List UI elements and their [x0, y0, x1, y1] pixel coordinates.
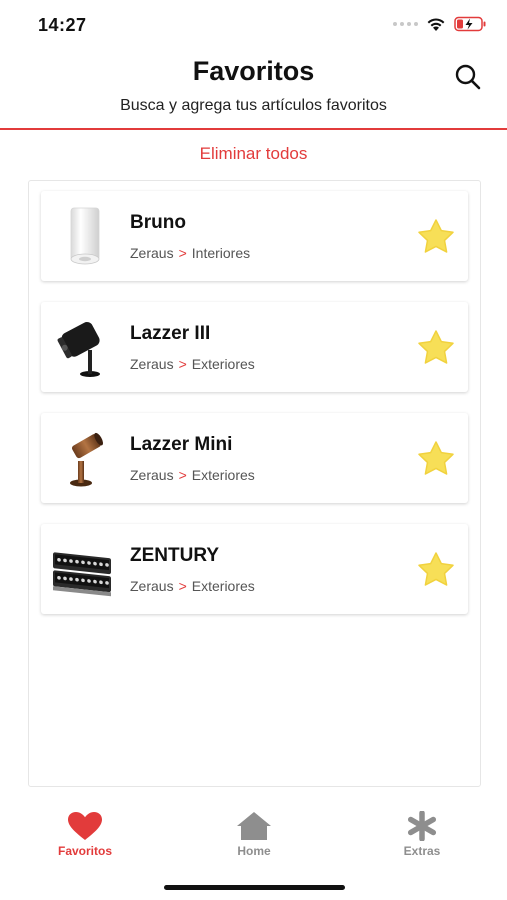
signal-icon — [393, 22, 418, 26]
favorite-name: Lazzer III — [130, 323, 211, 344]
path-separator: > — [178, 578, 187, 594]
path-separator: > — [178, 245, 187, 261]
path-separator: > — [178, 467, 187, 483]
path-separator: > — [178, 356, 187, 372]
favorite-item-bruno[interactable]: Bruno Zeraus > Interiores — [41, 191, 468, 281]
favorite-name: Lazzer Mini — [130, 434, 233, 455]
favorite-category-path: Zeraus > Interiores — [130, 245, 250, 261]
wifi-icon — [427, 17, 445, 31]
brand-label: Zeraus — [130, 578, 174, 594]
star-icon[interactable] — [416, 329, 456, 365]
favorite-item-lazzer-iii[interactable]: Lazzer III Zeraus > Exteriores — [41, 302, 468, 392]
page-header: Favoritos Busca y agrega tus artículos f… — [0, 52, 507, 130]
page-title: Favoritos — [192, 56, 315, 86]
tab-bar: Favoritos Home Extras — [0, 805, 507, 865]
category-label: Interiores — [191, 245, 251, 261]
home-icon — [237, 812, 271, 840]
star-icon[interactable] — [416, 218, 456, 254]
black-spotlight-icon — [57, 322, 100, 377]
heart-icon — [68, 812, 102, 840]
home-indicator — [164, 885, 345, 890]
tab-extras[interactable]: Extras — [362, 805, 482, 858]
status-bar: 14:27 — [0, 0, 507, 52]
favorite-category-path: Zeraus > Exteriores — [130, 467, 255, 483]
favorite-name: Bruno — [130, 212, 186, 233]
category-label: Exteriores — [191, 356, 255, 372]
tab-label: Favoritos — [57, 844, 112, 858]
favorites-screen: 14:27 Favoritos Busca y agrega tus artíc… — [0, 0, 507, 900]
star-icon[interactable] — [416, 440, 456, 476]
favorite-category-path: Zeraus > Exteriores — [130, 578, 255, 594]
tab-label: Home — [237, 844, 271, 858]
brand-label: Zeraus — [130, 245, 174, 261]
tab-favoritos[interactable]: Favoritos — [25, 805, 145, 858]
status-indicators — [393, 16, 487, 32]
white-cylinder-lamp-icon — [70, 207, 100, 265]
asterisk-icon — [407, 811, 437, 841]
status-time: 14:27 — [38, 15, 87, 35]
tab-home[interactable]: Home — [194, 805, 314, 858]
favorite-item-zentury[interactable]: ZENTURY Zeraus > Exteriores — [41, 524, 468, 614]
battery-charging-icon — [454, 16, 486, 32]
brand-label: Zeraus — [130, 467, 174, 483]
led-floodlight-icon — [53, 552, 111, 597]
star-icon[interactable] — [416, 551, 456, 587]
category-label: Exteriores — [191, 578, 255, 594]
favorite-item-lazzer-mini[interactable]: Lazzer Mini Zeraus > Exteriores — [41, 413, 468, 503]
bronze-mini-spotlight-icon — [70, 432, 103, 487]
page-subtitle: Busca y agrega tus artículos favoritos — [120, 97, 387, 114]
delete-all-button[interactable]: Eliminar todos — [0, 144, 507, 164]
favorite-category-path: Zeraus > Exteriores — [130, 356, 255, 372]
category-label: Exteriores — [191, 467, 255, 483]
favorites-list: Bruno Zeraus > Interiores Lazzer III Zer… — [28, 180, 481, 787]
tab-label: Extras — [403, 844, 441, 858]
search-icon[interactable] — [453, 62, 483, 92]
brand-label: Zeraus — [130, 356, 174, 372]
favorite-name: ZENTURY — [130, 545, 220, 566]
